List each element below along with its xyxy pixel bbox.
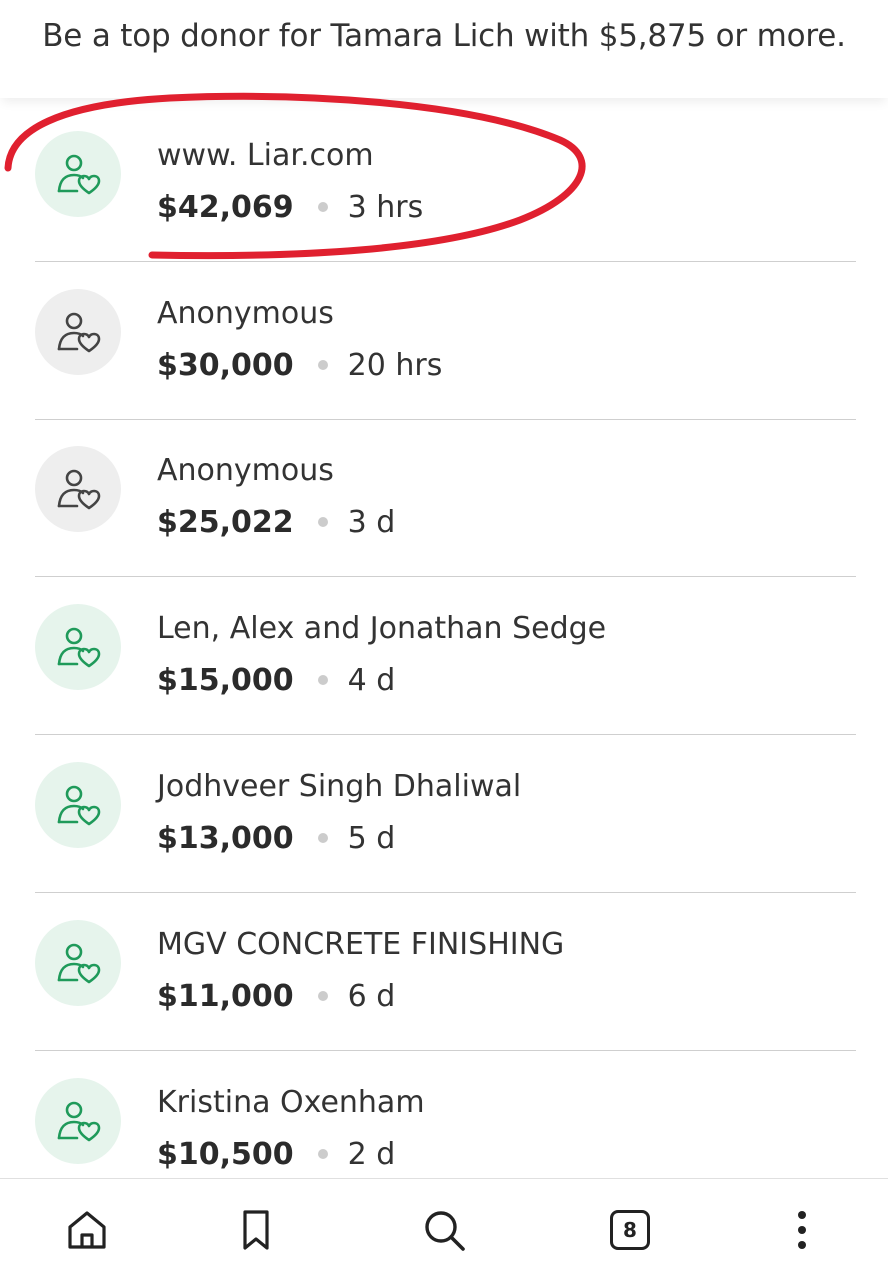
donor-heart-icon — [57, 312, 101, 353]
donor-row[interactable]: MGV CONCRETE FINISHING $11,000 6 d — [0, 887, 888, 1045]
more-icon — [798, 1211, 806, 1249]
donor-row[interactable]: Anonymous $30,000 20 hrs — [0, 256, 888, 414]
donor-row[interactable]: www. Liar.com $42,069 3 hrs — [0, 98, 888, 256]
donor-avatar — [35, 446, 121, 532]
donor-meta: $11,000 6 d — [157, 979, 395, 1014]
tab-count: 8 — [623, 1218, 637, 1242]
donation-time: 5 d — [347, 821, 396, 856]
search-icon — [425, 1211, 465, 1251]
more-menu-button[interactable] — [775, 1203, 829, 1257]
donor-avatar — [35, 762, 121, 848]
donor-name: Anonymous — [157, 453, 334, 488]
donation-time: 3 d — [347, 505, 396, 540]
donor-row[interactable]: Len, Alex and Jonathan Sedge $15,000 4 d — [0, 571, 888, 729]
donor-name: Kristina Oxenham — [157, 1085, 425, 1120]
donor-heart-icon — [57, 627, 101, 668]
donor-heart-icon — [57, 1101, 101, 1142]
donor-row[interactable]: Kristina Oxenham $10,500 2 d — [0, 1045, 888, 1178]
separator-dot — [317, 359, 328, 370]
donor-heart-icon — [57, 469, 101, 510]
donor-row[interactable]: Anonymous $25,022 3 d — [0, 413, 888, 571]
donor-avatar — [35, 604, 121, 690]
donor-meta: $42,069 3 hrs — [157, 190, 423, 225]
separator-dot — [317, 1148, 328, 1159]
donor-meta: $10,500 2 d — [157, 1137, 395, 1172]
donation-time: 3 hrs — [347, 190, 424, 225]
donor-name: Jodhveer Singh Dhaliwal — [157, 769, 522, 804]
home-icon — [68, 1211, 106, 1249]
bookmark-icon — [243, 1210, 269, 1250]
donation-amount: $25,022 — [157, 505, 294, 540]
donation-amount: $10,500 — [157, 1137, 294, 1172]
donor-heart-icon — [57, 943, 101, 984]
donor-row[interactable]: Jodhveer Singh Dhaliwal $13,000 5 d — [0, 729, 888, 887]
separator-dot — [317, 674, 328, 685]
donor-avatar — [35, 289, 121, 375]
donor-avatar — [35, 1078, 121, 1164]
donation-amount: $42,069 — [157, 190, 294, 225]
donor-meta: $25,022 3 d — [157, 505, 395, 540]
donation-amount: $30,000 — [157, 348, 294, 383]
separator-dot — [317, 990, 328, 1001]
donor-meta: $13,000 5 d — [157, 821, 395, 856]
donation-amount: $13,000 — [157, 821, 294, 856]
donor-avatar — [35, 920, 121, 1006]
donor-name: MGV CONCRETE FINISHING — [157, 927, 565, 962]
bookmark-button[interactable] — [229, 1203, 283, 1257]
donor-list: www. Liar.com $42,069 3 hrs Anonymous $30… — [0, 98, 888, 1178]
donor-name: Anonymous — [157, 296, 334, 331]
search-button[interactable] — [417, 1203, 471, 1257]
donor-avatar — [35, 131, 121, 217]
separator-dot — [317, 201, 328, 212]
donor-meta: $30,000 20 hrs — [157, 348, 442, 383]
tabs-button[interactable]: 8 — [603, 1203, 657, 1257]
donor-name: www. Liar.com — [157, 138, 374, 173]
donation-time: 20 hrs — [347, 348, 443, 383]
donation-amount: $11,000 — [157, 979, 294, 1014]
home-button[interactable] — [60, 1203, 114, 1257]
donation-time: 4 d — [347, 663, 396, 698]
donor-name: Len, Alex and Jonathan Sedge — [157, 611, 607, 646]
separator-dot — [317, 832, 328, 843]
banner-text: Be a top donor for Tamara Lich with $5,8… — [42, 18, 846, 54]
top-donor-banner: Be a top donor for Tamara Lich with $5,8… — [0, 0, 888, 98]
donation-time: 6 d — [347, 979, 396, 1014]
tabs-icon: 8 — [610, 1210, 650, 1250]
donor-heart-icon — [57, 154, 101, 195]
donation-time: 2 d — [347, 1137, 396, 1172]
donation-amount: $15,000 — [157, 663, 294, 698]
donor-meta: $15,000 4 d — [157, 663, 395, 698]
bottom-navigation-bar: 8 — [0, 1178, 888, 1281]
separator-dot — [317, 516, 328, 527]
donor-heart-icon — [57, 785, 101, 826]
